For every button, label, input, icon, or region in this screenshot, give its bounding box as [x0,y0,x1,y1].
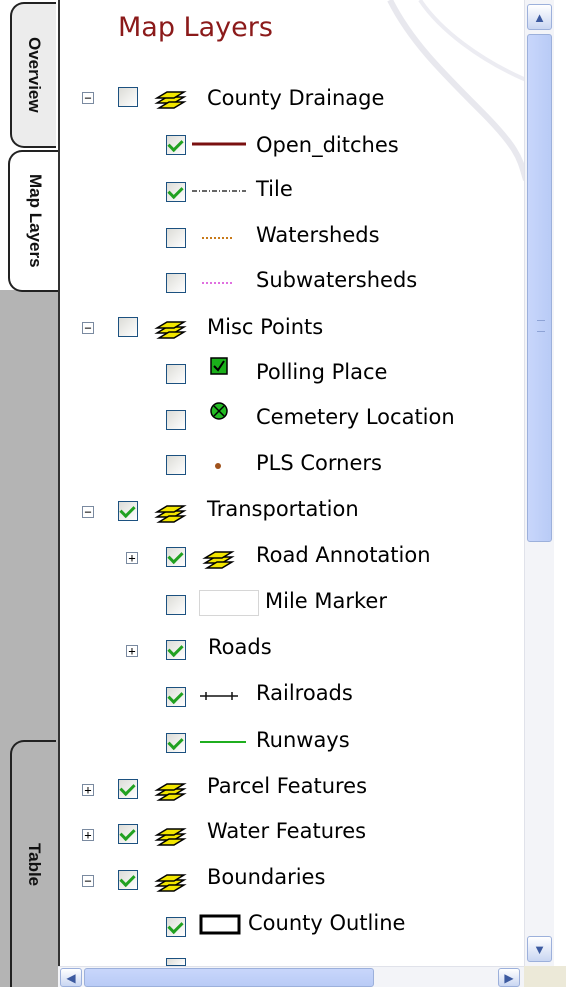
scroll-down-arrow-icon[interactable]: ▼ [527,936,552,962]
green-cross-circle-icon [210,402,228,420]
right-border [554,0,566,966]
layer-label: Boundaries [207,865,326,889]
tab-overview-label: Overview [25,37,44,113]
tab-map-layers[interactable]: Map Layers [8,150,60,292]
layer-label: Parcel Features [207,774,368,798]
layer-checkbox[interactable] [166,547,186,567]
layer-label: Road Annotation [256,543,431,567]
layer-checkbox[interactable] [166,273,186,293]
layer-label: Transportation [207,497,359,521]
expand-toggle[interactable]: + [82,784,94,796]
tab-overview[interactable]: Overview [10,2,56,148]
collapse-toggle[interactable]: − [82,92,94,104]
layer-checkbox-partial[interactable] [166,958,186,966]
layer-checkbox[interactable] [166,640,186,660]
layer-label: Water Features [207,819,367,843]
layer-checkbox[interactable] [118,501,138,521]
scrollbar-corner [524,966,566,987]
railroad-line [200,692,238,700]
outline-rectangle-icon [199,914,241,935]
layer-checkbox[interactable] [166,135,186,155]
solid-green-line [200,741,246,743]
layer-label: Roads [208,635,272,659]
horizontal-scrollbar[interactable]: ◀ ▶ [58,966,524,987]
layer-label: Open_ditches [256,133,399,157]
layer-stack-icon [154,91,187,109]
tab-table[interactable]: Table [10,740,56,987]
solid-dark-red-line [192,142,246,146]
layer-stack-icon [154,505,187,523]
layer-checkbox[interactable] [118,779,138,799]
vertical-scroll-thumb[interactable] [527,34,552,542]
layer-label: Runways [256,728,350,752]
layer-label: Subwatersheds [256,268,418,292]
layer-label: Misc Points [207,315,324,339]
layer-checkbox[interactable] [166,364,186,384]
layer-checkbox[interactable] [118,824,138,844]
tab-table-label: Table [25,842,44,887]
layer-checkbox[interactable] [166,182,186,202]
layer-label: Watersheds [256,223,380,247]
expand-toggle[interactable]: + [126,552,138,564]
layer-checkbox[interactable] [118,317,138,337]
vertical-scrollbar[interactable]: ▲ ▼ [524,0,554,966]
layer-label: County Outline [248,911,406,935]
horizontal-scroll-thumb[interactable] [84,968,374,987]
collapse-toggle[interactable]: − [82,506,94,518]
blank-box [199,590,259,616]
dash-dot-line [192,190,246,192]
layer-label: Tile [256,177,293,201]
grip-icon [537,320,545,332]
tab-map-layers-label: Map Layers [26,174,45,268]
expand-toggle[interactable]: + [126,645,138,657]
brown-dot-icon [215,463,221,469]
tab-strip: Overview Map Layers Table [0,0,60,987]
scroll-right-arrow-icon[interactable]: ▶ [498,968,520,987]
scroll-up-arrow-icon[interactable]: ▲ [527,4,552,30]
layer-checkbox[interactable] [118,87,138,107]
layer-checkbox[interactable] [166,687,186,707]
map-layers-panel: Map Layers − County Drainage Open_ditche… [58,0,524,966]
expand-toggle[interactable]: + [82,829,94,841]
layer-label: County Drainage [207,86,385,110]
layer-checkbox[interactable] [166,228,186,248]
layer-checkbox[interactable] [166,410,186,430]
layer-label: Mile Marker [265,589,387,613]
layer-label: PLS Corners [256,451,382,475]
layer-stack-icon [154,783,187,801]
panel-title: Map Layers [118,12,273,43]
layer-checkbox[interactable] [166,733,186,753]
collapse-toggle[interactable]: − [82,875,94,887]
layer-checkbox[interactable] [166,455,186,475]
layer-stack-icon [154,321,187,339]
layer-stack-icon [154,828,187,846]
dotted-pink-line [202,282,232,284]
layer-label: Railroads [256,681,353,705]
layer-label: Cemetery Location [256,405,455,429]
layer-checkbox[interactable] [166,595,186,615]
layer-checkbox[interactable] [166,917,186,937]
collapse-toggle[interactable]: − [82,322,94,334]
layer-label: Polling Place [256,360,388,384]
scroll-left-arrow-icon[interactable]: ◀ [60,968,82,987]
green-check-box-icon [210,357,228,375]
dotted-orange-line [202,237,232,239]
layer-stack-icon [202,551,235,569]
layer-checkbox[interactable] [118,870,138,890]
layer-stack-icon [154,874,187,892]
